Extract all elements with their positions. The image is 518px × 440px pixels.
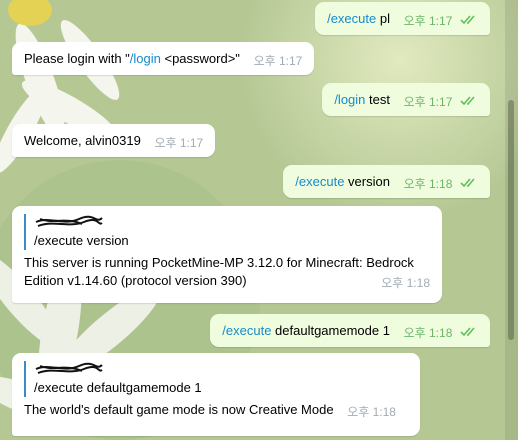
reply-quote[interactable]: /execute defaultgamemode 1 (24, 361, 408, 397)
command-link[interactable]: /execute (327, 11, 376, 26)
message-text: <password>" (160, 51, 240, 66)
command-link[interactable]: /login (130, 51, 161, 66)
double-check-icon (460, 327, 475, 337)
message-outgoing[interactable]: /execute version 오후 1:18 (283, 165, 490, 198)
reply-quote-text: /execute version (34, 233, 129, 248)
redaction-scribble (35, 215, 103, 227)
message-time: 오후 1:18 (403, 326, 453, 340)
message-text: The world's default game mode is now Cre… (24, 402, 334, 417)
chat-scrollbar[interactable] (508, 100, 514, 340)
command-link[interactable]: /execute (295, 174, 344, 189)
chat-history: /execute pl 오후 1:17 Please login with "/… (0, 0, 505, 440)
message-text: test (365, 92, 390, 107)
message-time: 오후 1:17 (253, 54, 303, 68)
double-check-icon (460, 178, 475, 188)
message-text: version (344, 174, 390, 189)
message-text: Please login with " (24, 51, 130, 66)
reply-author-redacted (34, 214, 430, 232)
message-incoming[interactable]: Please login with "/login <password>" 오후… (12, 42, 315, 75)
reply-author-redacted (34, 361, 408, 379)
message-incoming-reply[interactable]: /execute defaultgamemode 1 The world's d… (12, 353, 420, 436)
double-check-icon (460, 96, 475, 106)
message-time: 오후 1:17 (154, 136, 204, 150)
command-link[interactable]: /execute (222, 323, 271, 338)
message-text: Welcome, alvin0319 (24, 133, 141, 148)
message-incoming[interactable]: Welcome, alvin0319 오후 1:17 (12, 124, 216, 157)
message-outgoing[interactable]: /execute pl 오후 1:17 (315, 2, 490, 35)
message-time: 오후 1:17 (403, 14, 453, 28)
redaction-scribble (35, 362, 103, 374)
message-time: 오후 1:17 (403, 95, 453, 109)
message-time: 오후 1:18 (381, 276, 430, 290)
message-time: 오후 1:18 (347, 405, 396, 419)
message-time: 오후 1:18 (403, 177, 453, 191)
message-text: defaultgamemode 1 (271, 323, 390, 338)
reply-quote[interactable]: /execute version (24, 214, 430, 250)
message-outgoing[interactable]: /execute defaultgamemode 1 오후 1:18 (210, 314, 490, 347)
message-text: pl (376, 11, 390, 26)
double-check-icon (460, 15, 475, 25)
message-outgoing[interactable]: /login test 오후 1:17 (322, 83, 490, 116)
reply-quote-text: /execute defaultgamemode 1 (34, 380, 202, 395)
command-link[interactable]: /login (334, 92, 365, 107)
message-incoming-reply[interactable]: /execute version This server is running … (12, 206, 442, 303)
